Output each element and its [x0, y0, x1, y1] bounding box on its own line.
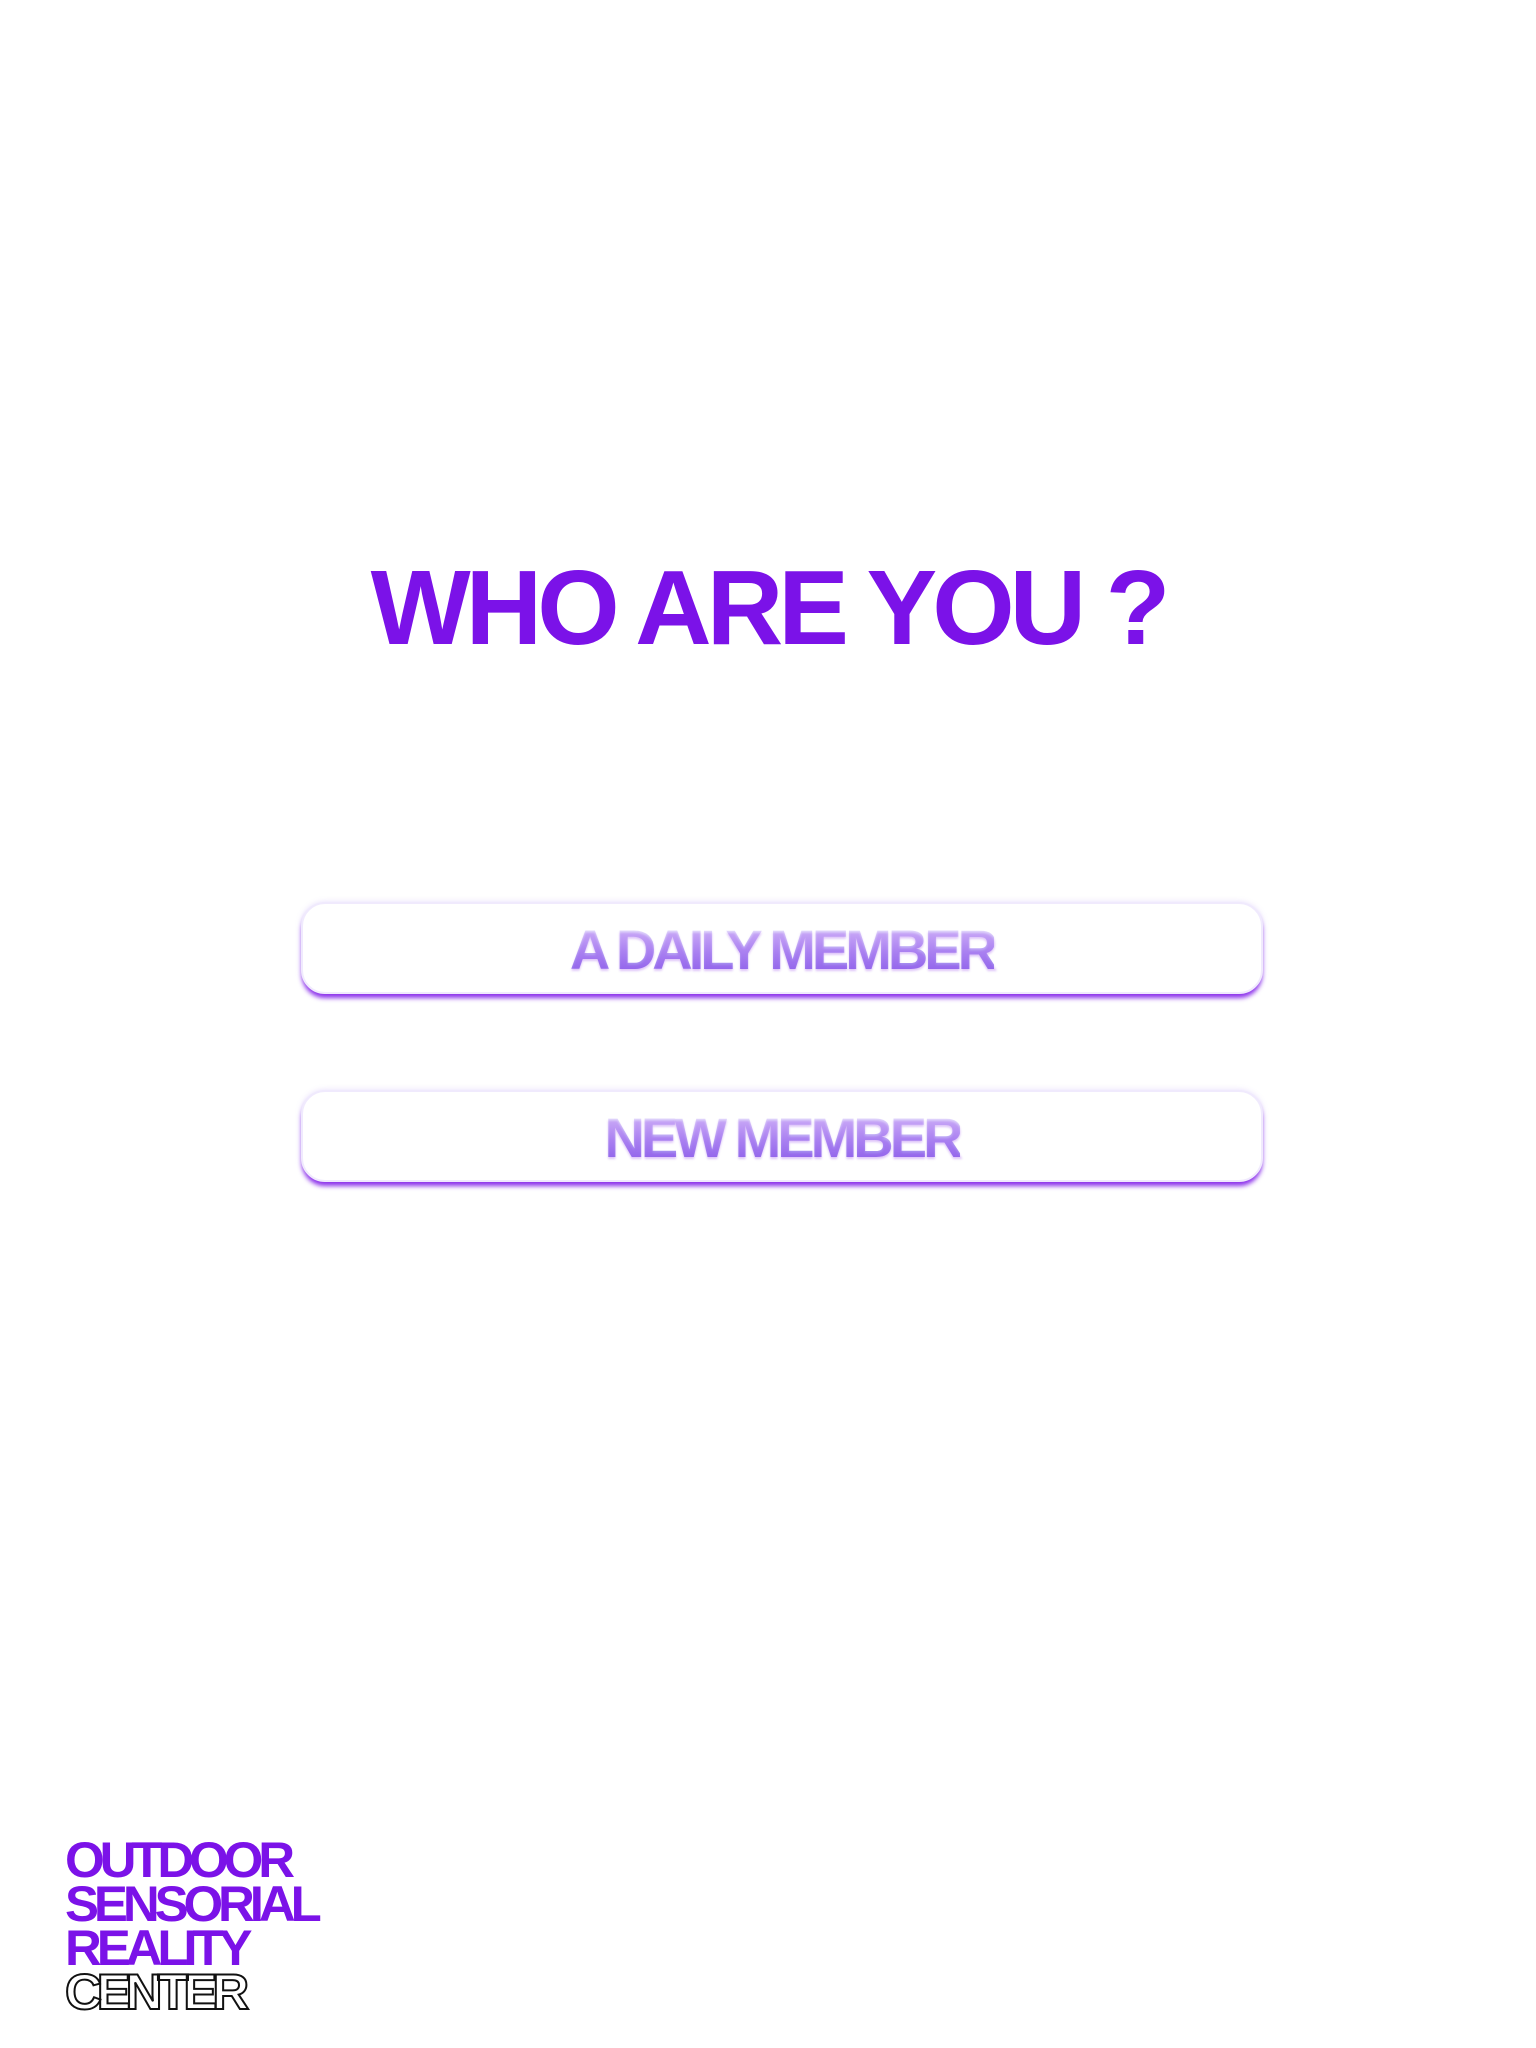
daily-member-button-label: A DAILY MEMBER	[569, 918, 998, 981]
logo-line-center: CENTER	[64, 1964, 250, 2020]
daily-member-button[interactable]: A DAILY MEMBER	[301, 902, 1263, 994]
brand-logo: OUTDOOR SENSORIAL REALITY CENTER	[64, 1835, 322, 2020]
new-member-button-label: NEW MEMBER	[604, 1106, 963, 1169]
new-member-button[interactable]: NEW MEMBER	[301, 1090, 1263, 1182]
page-title: WHO ARE YOU ?	[370, 549, 1171, 667]
member-type-screen: WHO ARE YOU ? A DAILY MEMBER NEW MEMBER …	[0, 0, 1536, 2048]
